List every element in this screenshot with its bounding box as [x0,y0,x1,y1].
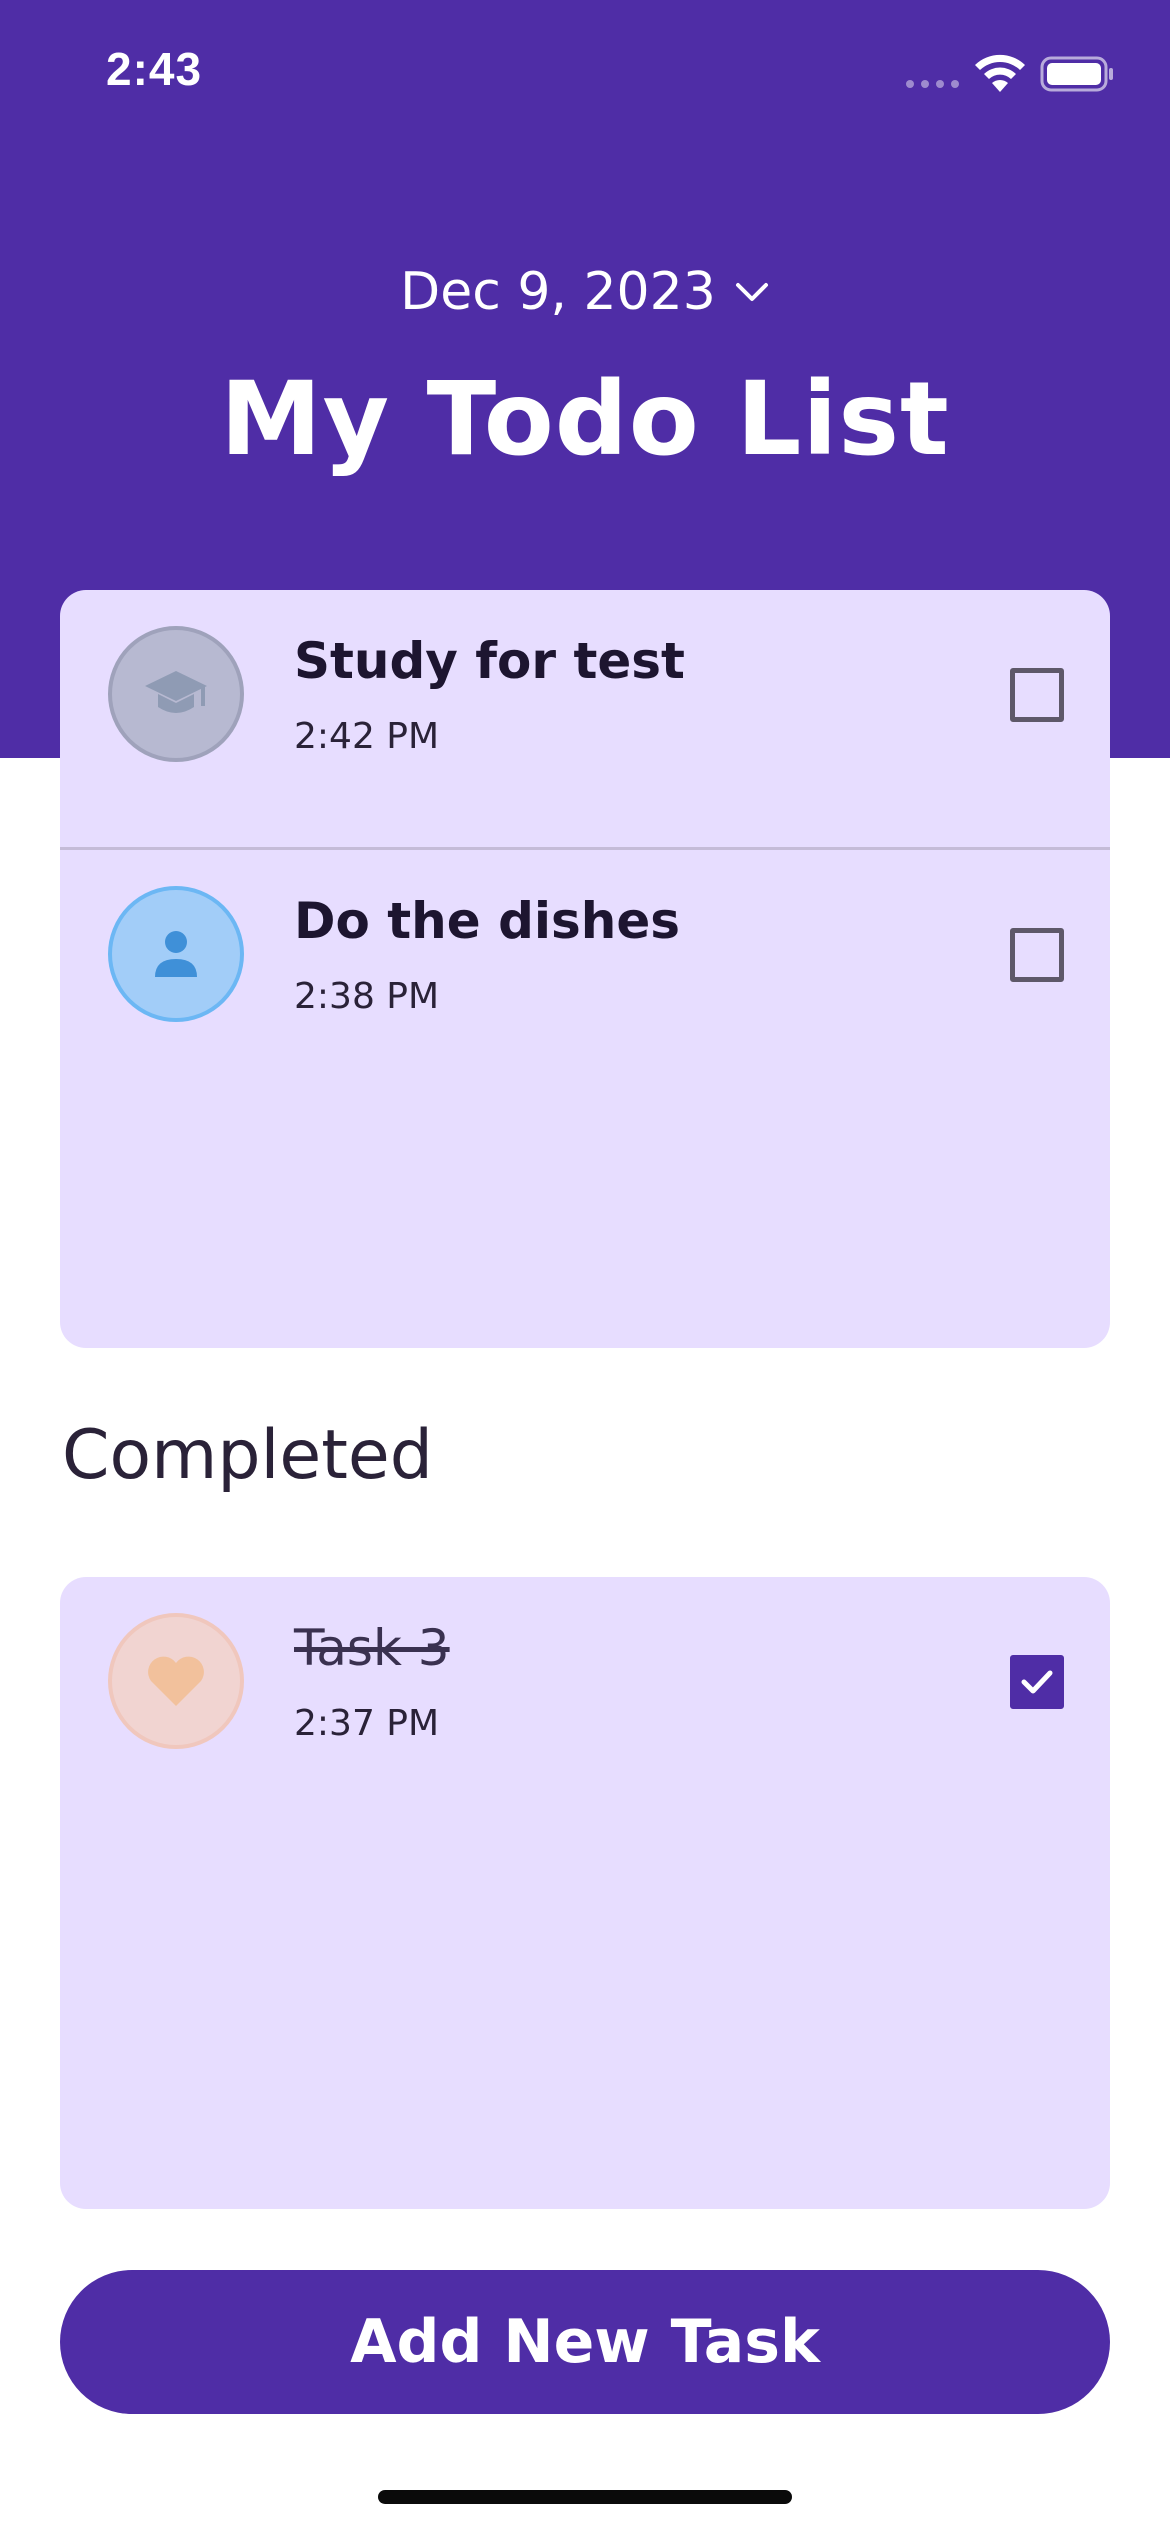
task-avatar [108,1613,244,1749]
task-time: 2:42 PM [294,716,440,757]
status-bar: 2:43 [0,0,1170,150]
task-checkbox[interactable] [1010,1655,1064,1709]
date-label: Dec 9, 2023 [400,262,716,322]
checkmark-icon [1021,1670,1053,1694]
page-title: My Todo List [220,360,950,479]
chevron-down-icon [735,283,768,301]
task-avatar [108,886,244,1022]
heart-icon [148,1656,204,1706]
task-checkbox[interactable] [1010,668,1064,722]
task-item[interactable]: Task 3 2:37 PM [60,1577,1110,1834]
task-title: Task 3 [294,1619,450,1677]
status-time: 2:43 [106,43,203,95]
date-picker[interactable]: Dec 9, 2023 [0,262,1170,322]
wifi-icon [975,54,1025,92]
task-title: Study for test [294,632,685,690]
task-avatar [108,626,244,762]
task-item[interactable]: Do the dishes 2:38 PM [60,850,1110,1107]
task-time: 2:37 PM [294,1703,440,1744]
battery-icon [1040,56,1113,92]
task-time: 2:38 PM [294,976,440,1017]
task-checkbox[interactable] [1010,928,1064,982]
person-icon [155,931,197,977]
active-tasks-card: Study for test 2:42 PM Do the dishes 2:3… [60,590,1110,1348]
completed-heading: Completed [62,1416,433,1495]
task-title: Do the dishes [294,892,681,950]
add-new-task-button[interactable]: Add New Task [60,2270,1110,2414]
home-indicator[interactable] [378,2490,792,2504]
task-item[interactable]: Study for test 2:42 PM [60,590,1110,850]
graduation-cap-icon [145,671,207,713]
completed-tasks-card: Task 3 2:37 PM [60,1577,1110,2209]
cellular-signal-icon [906,80,959,88]
